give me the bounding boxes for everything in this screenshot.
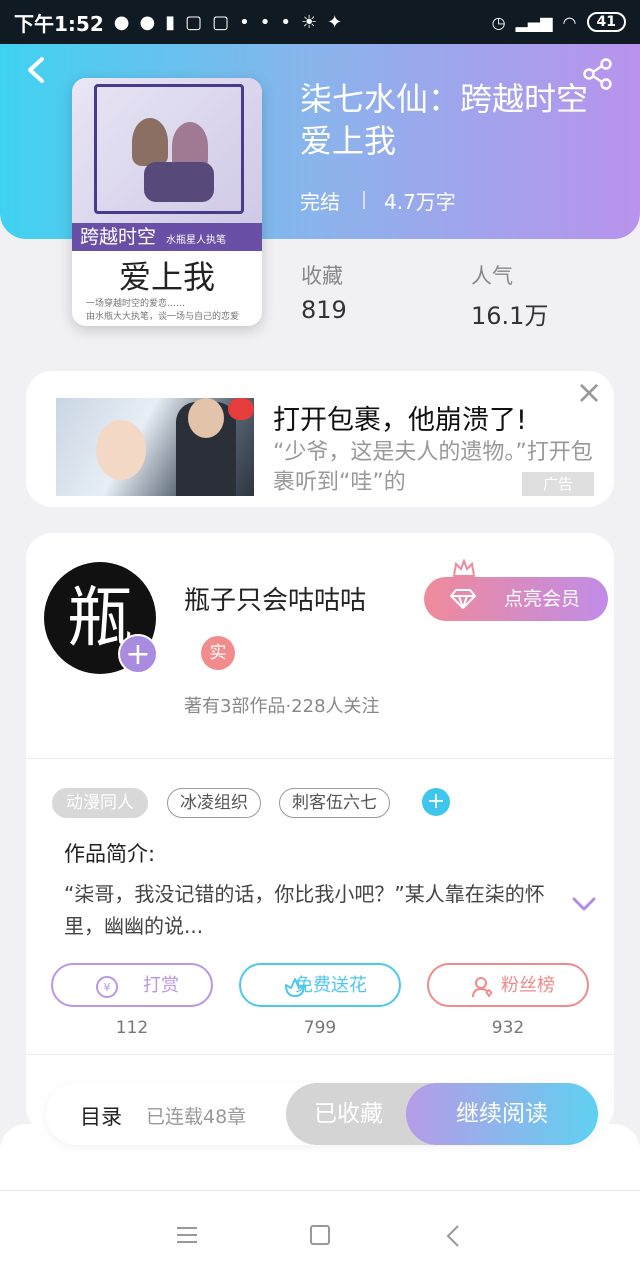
tag-item[interactable]: 冰凌组织 bbox=[167, 788, 261, 818]
book-cover[interactable]: 跨越时空 水瓶星人执笔 爱上我 一场穿越时空的爱恋…… 由水瓶大大执笔，谈一场与自… bbox=[72, 78, 262, 326]
intro-label: 作品简介: bbox=[64, 842, 156, 866]
vip-button[interactable]: 点亮会员 bbox=[424, 577, 608, 621]
fan-ranking-label: 粉丝榜 bbox=[501, 975, 555, 996]
cover-figure bbox=[144, 162, 214, 202]
tip-button[interactable]: ¥ 打赏 bbox=[51, 963, 213, 1007]
tag-item[interactable]: 动漫同人 bbox=[52, 788, 148, 818]
calendar-icon-2: ▢ bbox=[212, 11, 230, 33]
cover-big-text: 爱上我 bbox=[118, 258, 215, 296]
ad-badge: 广告 bbox=[522, 472, 594, 496]
flower-count: 799 bbox=[303, 1018, 337, 1038]
fan-count: 932 bbox=[491, 1018, 525, 1038]
coin-icon: ¥ bbox=[96, 976, 118, 998]
author-name[interactable]: 瓶子只会咕咕咕 bbox=[184, 580, 366, 617]
book-word-count: 4.7万字 bbox=[384, 190, 456, 214]
app-icon-2: • bbox=[259, 11, 271, 33]
chapter-count: 已连载48章 bbox=[146, 1106, 247, 1128]
wifi-icon: ◠ bbox=[562, 12, 577, 32]
vip-button-label: 点亮会员 bbox=[503, 588, 580, 610]
ad-image-figure bbox=[96, 420, 146, 480]
nav-back-icon[interactable] bbox=[446, 1224, 460, 1248]
flower-icon bbox=[285, 978, 305, 997]
cover-band: 跨越时空 水瓶星人执笔 bbox=[72, 223, 262, 251]
diamond-icon bbox=[450, 589, 476, 609]
app-icon: • bbox=[239, 11, 250, 33]
stat-value-favorites: 819 bbox=[301, 296, 347, 324]
calendar-icon: ▢ bbox=[185, 11, 203, 33]
ad-title[interactable]: 打开包裹，他崩溃了! bbox=[273, 398, 527, 437]
ad-image-tag bbox=[228, 398, 254, 420]
fan-user-icon bbox=[472, 977, 493, 998]
divider bbox=[26, 1054, 614, 1055]
author-stats: 著有3部作品·228人关注 bbox=[184, 696, 380, 717]
signal-icon: ▂▄▆ bbox=[515, 12, 553, 32]
app-icon-4: ✦ bbox=[327, 11, 343, 33]
book-title: 柒七水仙：跨越时空爱上我 bbox=[300, 80, 589, 160]
chevron-down-icon[interactable] bbox=[572, 896, 596, 912]
fan-ranking-button[interactable]: 粉丝榜 bbox=[427, 963, 589, 1007]
tip-label: 打赏 bbox=[143, 975, 179, 996]
alarm-icon: ◷ bbox=[491, 12, 506, 32]
stat-label-popularity: 人气 bbox=[471, 264, 513, 288]
trash-icon: ▮ bbox=[165, 11, 176, 33]
ad-image-figure bbox=[188, 398, 224, 438]
svg-text:¥: ¥ bbox=[104, 981, 111, 994]
system-icons: ◷ ▂▄▆ ◠ 41 bbox=[492, 12, 626, 32]
meta-divider bbox=[363, 191, 365, 209]
close-icon[interactable]: × bbox=[574, 376, 604, 408]
sun-icon: ☀ bbox=[301, 11, 318, 33]
battery-icon: 41 bbox=[586, 12, 626, 32]
tip-count: 112 bbox=[115, 1018, 149, 1038]
book-status: 完结 bbox=[300, 190, 340, 214]
app-icon-3: • bbox=[280, 11, 291, 33]
home-icon[interactable] bbox=[310, 1225, 330, 1245]
status-bar: 下午1:52 ● ● ▮ ▢ ▢ • • • ☀ ✦ ◷ ▂▄▆ ◠ 41 bbox=[0, 0, 640, 44]
add-tag-icon[interactable]: + bbox=[422, 788, 450, 816]
divider bbox=[26, 758, 614, 759]
tag-item[interactable]: 刺客伍六七 bbox=[279, 788, 390, 818]
verified-badge: 实 bbox=[201, 636, 235, 670]
crown-icon bbox=[452, 558, 476, 577]
toc-button[interactable]: 目录 bbox=[80, 1101, 122, 1131]
continue-reading-button[interactable]: 继续阅读 bbox=[406, 1083, 598, 1145]
follow-plus-icon[interactable]: + bbox=[118, 634, 158, 674]
ad-image[interactable] bbox=[56, 398, 254, 496]
wechat-icon-2: ● bbox=[139, 11, 156, 33]
status-time: 下午1:52 bbox=[14, 11, 104, 36]
cover-figure bbox=[132, 118, 168, 166]
wechat-icon: ● bbox=[113, 11, 130, 33]
send-flower-button[interactable]: 免费送花 bbox=[239, 963, 401, 1007]
intro-text: “柒哥，我没记错的话，你比我小吧？”某人靠在柒的怀里，幽幽的说... bbox=[64, 882, 545, 938]
notification-icons: ● ● ▮ ▢ ▢ • • • ☀ ✦ bbox=[114, 12, 342, 33]
cover-small-text: 一场穿越时空的爱恋…… 由水瓶大大执笔，谈一场与自己的恋爱 bbox=[86, 299, 240, 322]
menu-icon[interactable] bbox=[176, 1226, 198, 1244]
stat-value-popularity: 16.1万 bbox=[471, 302, 549, 330]
back-icon[interactable] bbox=[24, 56, 48, 84]
stat-label-favorites: 收藏 bbox=[301, 264, 343, 288]
